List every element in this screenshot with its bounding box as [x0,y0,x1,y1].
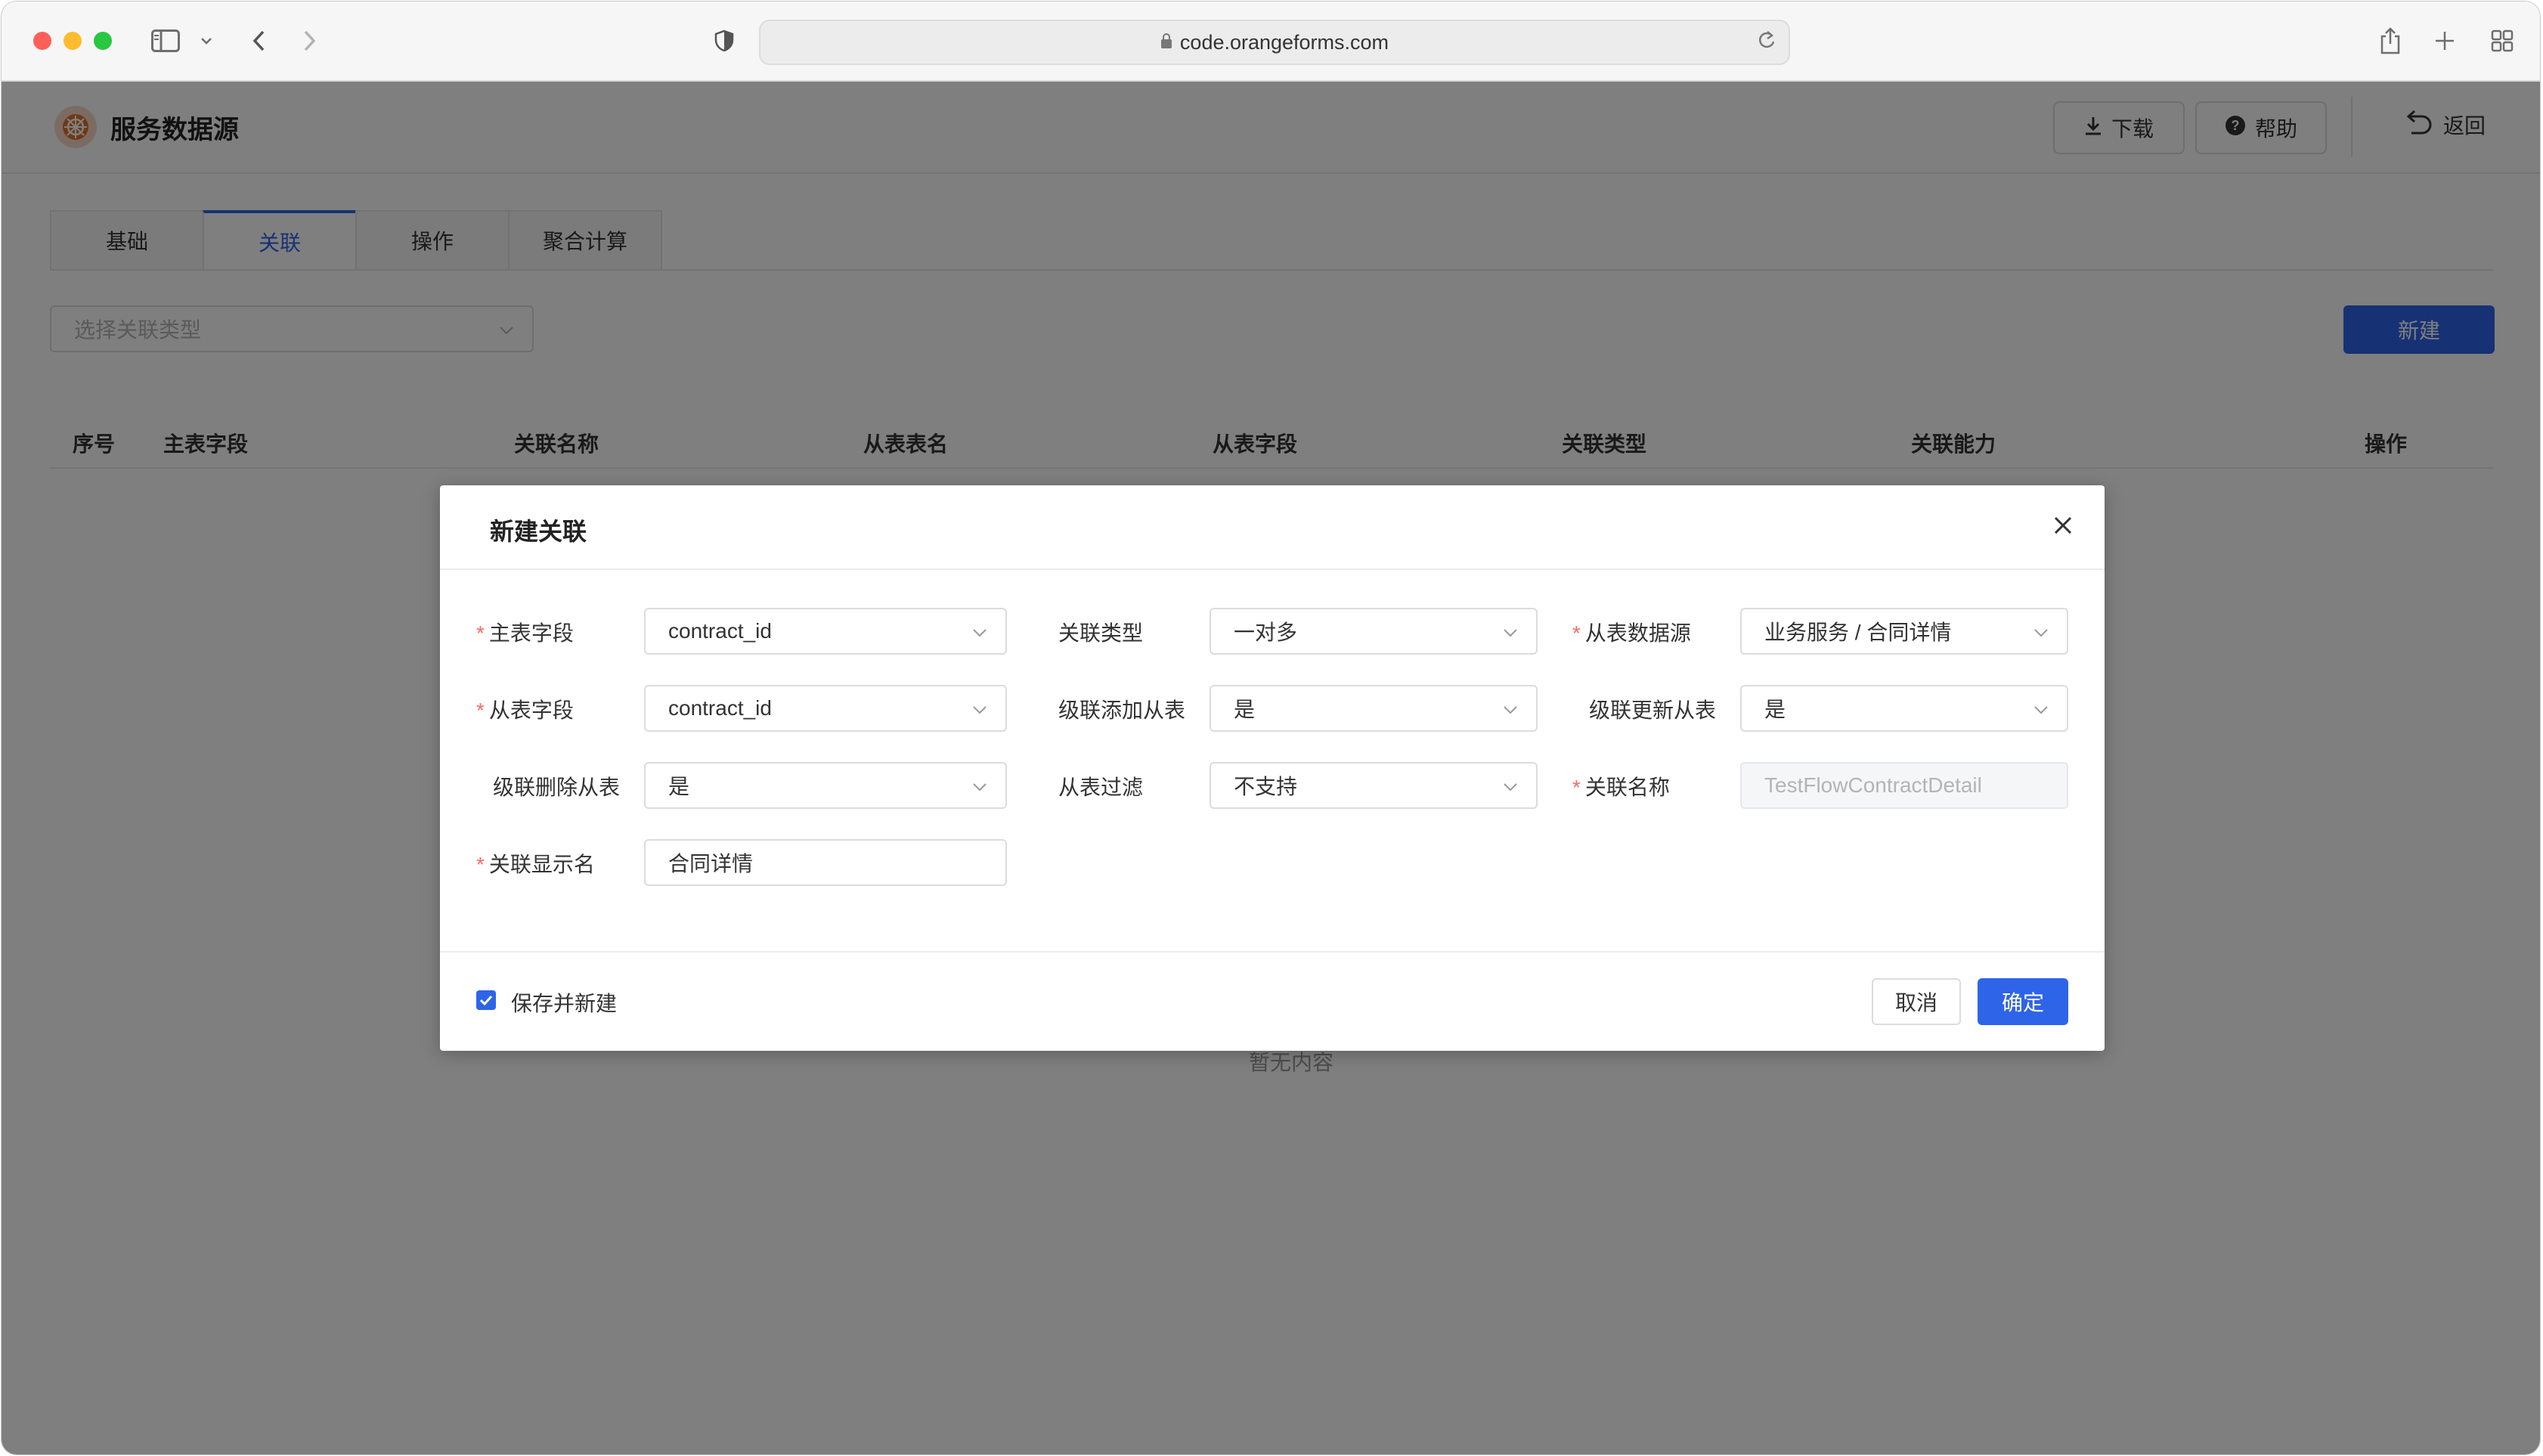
confirm-button[interactable]: 确定 [1978,978,2068,1025]
new-tab-icon[interactable] [2430,24,2460,57]
cascade-delete-value: 是 [668,775,690,798]
zoom-window-button[interactable] [94,32,112,50]
relation-type-label: 关联类型 [1058,621,1144,645]
url-text: code.orangeforms.com [1179,30,1389,54]
slave-field-value: contract_id [668,696,772,720]
required-mark: * [476,621,485,645]
privacy-shield-icon[interactable] [709,24,739,57]
chevron-down-icon [2032,623,2050,647]
slave-datasource-value: 业务服务 / 合同详情 [1764,621,1952,644]
display-name-value: 合同详情 [668,852,754,875]
browser-window: code.orangeforms.com 服务数据源 下载 [2,2,2540,1454]
relation-name-value: TestFlowContractDetail [1764,773,1982,797]
chevron-down-icon [971,700,989,724]
address-bar[interactable]: code.orangeforms.com [759,20,1790,65]
cascade-delete-select[interactable]: 是 [644,762,1007,809]
required-mark: * [1572,776,1581,799]
relation-type-select[interactable]: 一对多 [1210,608,1538,655]
master-field-value: contract_id [668,619,772,643]
cancel-button[interactable]: 取消 [1872,978,1961,1025]
slave-filter-select[interactable]: 不支持 [1210,762,1538,809]
required-mark: * [476,853,485,876]
relation-type-value: 一对多 [1234,621,1298,644]
new-relation-dialog: 新建关联 * 主表字段 contract_id 关联类型 一对多 * 从表数据源 业… [440,485,2105,1051]
sidebar-toggle-icon[interactable] [147,24,184,57]
slave-filter-label: 从表过滤 [1058,776,1144,799]
tab-overview-icon[interactable] [2487,24,2517,57]
display-name-label: * 关联显示名 [476,853,595,876]
save-and-new-label[interactable]: 保存并新建 [511,987,617,1018]
chevron-down-icon [2032,700,2050,724]
chevron-down-icon [971,623,989,647]
slave-field-label: * 从表字段 [476,699,574,722]
cascade-update-label: 级联更新从表 [1589,699,1717,722]
chevron-down-icon [1501,623,1519,647]
relation-name-input[interactable]: TestFlowContractDetail [1740,762,2068,809]
cascade-add-value: 是 [1234,698,1256,721]
cascade-add-select[interactable]: 是 [1210,685,1538,732]
lock-icon [1160,31,1172,54]
cascade-update-value: 是 [1764,698,1786,721]
chevron-down-icon[interactable] [195,24,218,57]
slave-filter-value: 不支持 [1234,775,1298,798]
forward-nav-icon[interactable] [295,24,325,57]
back-nav-icon[interactable] [243,24,274,57]
master-field-select[interactable]: contract_id [644,608,1007,655]
dialog-title: 新建关联 [490,518,587,545]
reload-icon[interactable] [1757,29,1776,57]
slave-datasource-select[interactable]: 业务服务 / 合同详情 [1740,608,2068,655]
master-field-label: * 主表字段 [476,621,574,645]
close-window-button[interactable] [33,32,51,50]
dialog-footer-divider [440,951,2105,953]
close-icon[interactable] [2053,516,2073,539]
minimize-window-button[interactable] [63,32,82,50]
required-mark: * [1572,621,1581,645]
dialog-header: 新建关联 [440,485,2105,570]
browser-toolbar: code.orangeforms.com [2,2,2540,82]
save-and-new-checkbox[interactable] [476,990,496,1010]
slave-field-select[interactable]: contract_id [644,685,1007,732]
cascade-update-select[interactable]: 是 [1740,685,2068,732]
relation-name-label: * 关联名称 [1572,776,1670,799]
cascade-add-label: 级联添加从表 [1058,699,1186,722]
required-mark: * [476,699,485,722]
chevron-down-icon [1501,777,1519,801]
cascade-delete-label: 级联删除从表 [493,776,621,799]
chevron-down-icon [971,777,989,801]
display-name-input[interactable]: 合同详情 [644,839,1007,886]
chevron-down-icon [1501,700,1519,724]
slave-datasource-label: * 从表数据源 [1572,621,1691,645]
share-icon[interactable] [2375,24,2405,57]
